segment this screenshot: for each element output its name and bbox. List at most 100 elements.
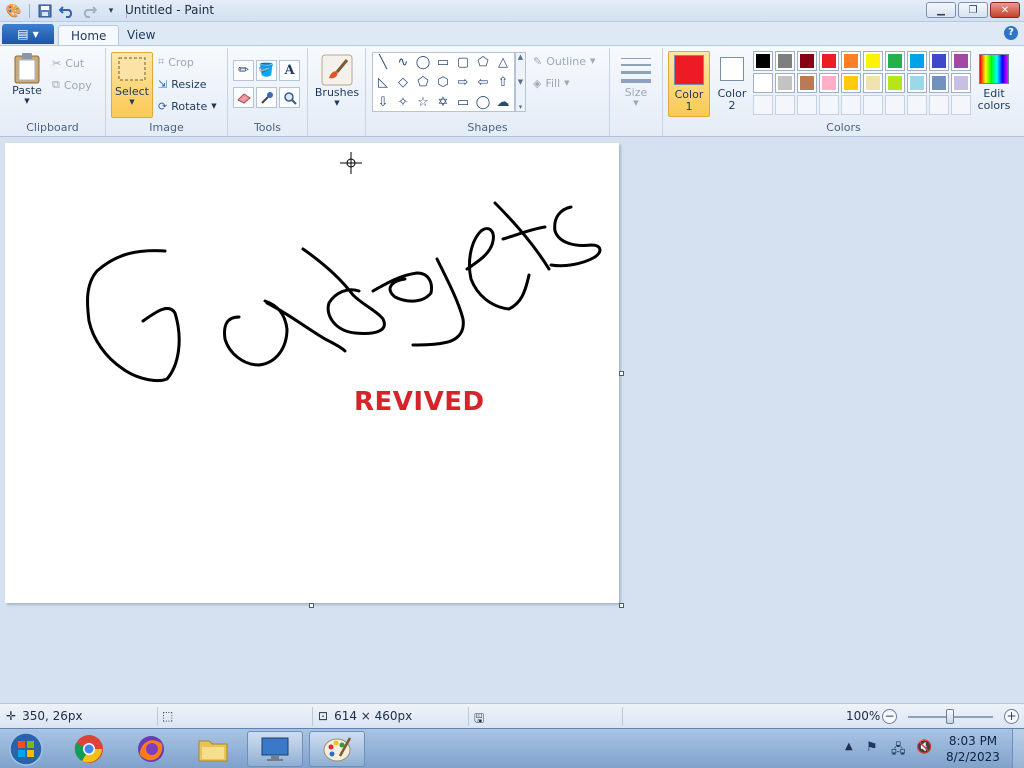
zoom-out-button[interactable]: − — [882, 709, 897, 724]
palette-swatch[interactable] — [775, 73, 795, 93]
redo-icon[interactable] — [79, 2, 99, 20]
paste-button[interactable]: Paste ▼ — [8, 52, 46, 105]
oval-callout-shape-icon[interactable]: ◯ — [473, 93, 493, 112]
paint-menu-button[interactable]: ▤ ▼ — [2, 24, 54, 44]
eraser-icon[interactable] — [233, 87, 254, 108]
undo-icon[interactable] — [57, 2, 77, 20]
tab-view[interactable]: View — [115, 25, 167, 46]
palette-swatch[interactable] — [929, 51, 949, 71]
cut-button[interactable]: ✂ Cut — [52, 53, 84, 73]
palette-swatch[interactable] — [885, 51, 905, 71]
remote-desktop-taskbar-icon[interactable] — [247, 731, 303, 767]
shapes-gallery-scrollbar[interactable]: ▲ ▼ ▾ — [515, 52, 526, 112]
network-disconnected-icon[interactable]: 🖧 — [891, 740, 906, 762]
chevron-up-icon[interactable]: ▲ — [518, 53, 523, 61]
triangle-shape-icon[interactable]: △ — [493, 53, 513, 72]
drawing-canvas[interactable]: REVIVED — [5, 143, 619, 603]
canvas-workspace[interactable]: REVIVED — [0, 137, 1024, 703]
chevron-down-icon[interactable]: ▼ — [518, 78, 523, 86]
five-point-star-shape-icon[interactable]: ☆ — [413, 93, 433, 112]
right-triangle-shape-icon[interactable]: ◺ — [373, 73, 393, 92]
rotate-button[interactable]: ⟳ Rotate ▼ — [158, 96, 217, 116]
curve-shape-icon[interactable]: ∿ — [393, 53, 413, 72]
paint-taskbar-icon[interactable] — [309, 731, 365, 767]
paint-app-icon[interactable]: 🎨 — [4, 2, 24, 20]
custom-color-slot[interactable] — [929, 95, 949, 115]
color-picker-icon[interactable] — [256, 87, 277, 108]
canvas-resize-handle-right[interactable] — [619, 371, 624, 376]
right-arrow-shape-icon[interactable]: ⇨ — [453, 73, 473, 92]
tab-home[interactable]: Home — [58, 25, 120, 46]
minimize-button[interactable]: ▁ — [926, 2, 956, 18]
palette-swatch[interactable] — [863, 73, 883, 93]
custom-color-slot[interactable] — [775, 95, 795, 115]
restore-button[interactable]: ❐ — [958, 2, 988, 18]
size-button[interactable]: Size ▼ — [618, 54, 654, 107]
palette-swatch[interactable] — [797, 73, 817, 93]
fill-bucket-icon[interactable]: 🪣 — [256, 60, 277, 81]
start-button[interactable] — [4, 730, 48, 768]
palette-swatch[interactable] — [885, 73, 905, 93]
down-arrow-shape-icon[interactable]: ⇩ — [373, 93, 393, 112]
file-explorer-taskbar-icon[interactable] — [185, 731, 241, 767]
left-arrow-shape-icon[interactable]: ⇦ — [473, 73, 493, 92]
canvas-resize-handle-bottom[interactable] — [309, 603, 314, 608]
rounded-rectangle-shape-icon[interactable]: ▢ — [453, 53, 473, 72]
custom-color-slot[interactable] — [885, 95, 905, 115]
palette-swatch[interactable] — [907, 51, 927, 71]
custom-color-slot[interactable] — [841, 95, 861, 115]
close-button[interactable]: ✕ — [990, 2, 1020, 18]
firefox-taskbar-icon[interactable] — [123, 731, 179, 767]
four-point-star-shape-icon[interactable]: ✧ — [393, 93, 413, 112]
select-button[interactable]: Select ▼ — [111, 52, 153, 118]
fill-button[interactable]: ◈ Fill ▼ — [533, 73, 570, 93]
canvas-resize-handle-corner[interactable] — [619, 603, 624, 608]
show-desktop-button[interactable] — [1012, 729, 1024, 768]
polygon-shape-icon[interactable]: ⬠ — [473, 53, 493, 72]
pentagon-shape-icon[interactable]: ⬠ — [413, 73, 433, 92]
custom-color-slot[interactable] — [753, 95, 773, 115]
zoom-in-button[interactable]: + — [1004, 709, 1019, 724]
edit-colors-button[interactable]: Edit colors — [974, 51, 1014, 117]
palette-swatch[interactable] — [951, 51, 971, 71]
palette-swatch[interactable] — [929, 73, 949, 93]
palette-swatch[interactable] — [841, 51, 861, 71]
palette-swatch[interactable] — [819, 51, 839, 71]
six-point-star-shape-icon[interactable]: ✡ — [433, 93, 453, 112]
palette-swatch[interactable] — [863, 51, 883, 71]
custom-color-slot[interactable] — [907, 95, 927, 115]
text-tool-icon[interactable]: A — [279, 60, 300, 81]
chrome-taskbar-icon[interactable] — [61, 731, 117, 767]
cloud-callout-shape-icon[interactable]: ☁ — [493, 93, 513, 112]
help-icon[interactable]: ? — [1004, 26, 1018, 40]
palette-swatch[interactable] — [753, 73, 773, 93]
show-hidden-icons-button[interactable]: ▲ — [845, 741, 853, 752]
palette-swatch[interactable] — [819, 73, 839, 93]
diamond-shape-icon[interactable]: ◇ — [393, 73, 413, 92]
hexagon-shape-icon[interactable]: ⬡ — [433, 73, 453, 92]
outline-button[interactable]: ✎ Outline ▼ — [533, 51, 595, 71]
copy-button[interactable]: ⧉ Copy — [52, 75, 92, 95]
custom-color-slot[interactable] — [819, 95, 839, 115]
custom-color-slot[interactable] — [951, 95, 971, 115]
resize-button[interactable]: ⇲ Resize — [158, 74, 206, 94]
action-center-alert-icon[interactable]: ⚑ — [866, 740, 878, 755]
pencil-icon[interactable]: ✏ — [233, 60, 254, 81]
crop-button[interactable]: ⌗ Crop — [158, 52, 194, 72]
magnifier-icon[interactable] — [279, 87, 300, 108]
taskbar-clock[interactable]: 8:03 PM 8/2/2023 — [940, 733, 1006, 765]
more-shapes-icon[interactable]: ▾ — [519, 103, 523, 111]
color-1-button[interactable]: Color 1 — [668, 51, 710, 117]
color-2-button[interactable]: Color 2 — [711, 51, 753, 117]
oval-shape-icon[interactable]: ◯ — [413, 53, 433, 72]
rounded-callout-shape-icon[interactable]: ▭ — [453, 93, 473, 112]
palette-swatch[interactable] — [951, 73, 971, 93]
custom-color-slot[interactable] — [797, 95, 817, 115]
palette-swatch[interactable] — [907, 73, 927, 93]
palette-swatch[interactable] — [841, 73, 861, 93]
brushes-button[interactable]: Brushes ▼ — [314, 54, 360, 107]
palette-swatch[interactable] — [797, 51, 817, 71]
volume-muted-icon[interactable]: 🔇 — [916, 740, 932, 755]
zoom-slider-thumb[interactable] — [946, 709, 954, 724]
custom-color-slot[interactable] — [863, 95, 883, 115]
